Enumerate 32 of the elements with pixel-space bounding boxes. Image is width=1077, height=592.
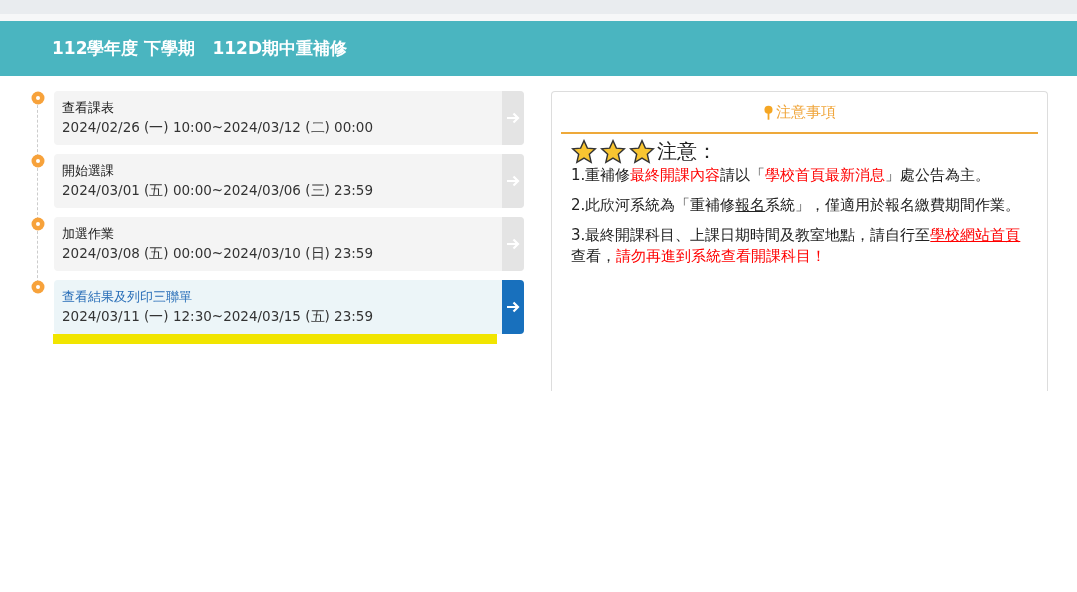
arrow-right-icon — [506, 111, 520, 125]
star-icon — [629, 138, 655, 165]
step-card[interactable]: 查看課表 2024/02/26 (一) 10:00~2024/03/12 (二) 00:00 — [54, 91, 524, 145]
step-card[interactable]: 查看結果及列印三聯單 2024/03/11 (一) 12:30~2024/03/15 (五) 23:59 — [54, 280, 524, 334]
arrow-right-icon — [506, 174, 520, 188]
timeline-dot-icon — [31, 91, 45, 105]
step-title: 查看課表 — [62, 99, 114, 117]
page-title: 112學年度 下學期 112D期中重補修 — [52, 37, 347, 60]
step-period: 2024/03/08 (五) 00:00~2024/03/10 (日) 23:59 — [62, 245, 373, 263]
notice-paragraph: 2.此欣河系統為「重補修報名系統」，僅適用於報名繳費期間作業。 — [571, 195, 1022, 216]
step-title: 查看結果及列印三聯單 — [62, 288, 192, 306]
timeline-dot-icon — [31, 154, 45, 168]
step-card[interactable]: 加選作業 2024/03/08 (五) 00:00~2024/03/10 (日) 23:59 — [54, 217, 524, 271]
star-icon — [600, 138, 626, 165]
step-period: 2024/03/11 (一) 12:30~2024/03/15 (五) 23:59 — [62, 308, 373, 326]
pin-icon — [763, 104, 773, 120]
step-period: 2024/03/01 (五) 00:00~2024/03/06 (三) 23:59 — [62, 182, 373, 200]
arrow-right-icon — [506, 237, 520, 251]
step-period: 2024/02/26 (一) 10:00~2024/03/12 (二) 00:00 — [62, 119, 373, 137]
go-button[interactable] — [502, 280, 524, 334]
step-card[interactable]: 開始選課 2024/03/01 (五) 00:00~2024/03/06 (三) 23:59 — [54, 154, 524, 208]
step-title: 加選作業 — [62, 225, 114, 243]
notice-title: 注意事項 — [775, 102, 836, 122]
notice-paragraph: 1.重補修最終開課內容請以「學校首頁最新消息」處公告為主。 — [571, 165, 992, 186]
timeline-dot-icon — [31, 280, 45, 294]
step-title: 開始選課 — [62, 162, 114, 180]
notice-heading: 注意： — [657, 138, 717, 165]
star-icon — [571, 138, 597, 165]
school-site-link[interactable]: 學校網站首頁 — [930, 226, 1021, 244]
notice-paragraph: 3.最終開課科目、上課日期時間及教室地點，請自行至學校網站首頁 查看，請勿再進到系統查看開課科目！ — [571, 225, 1022, 267]
timeline-dot-icon — [31, 217, 45, 231]
arrow-right-icon — [506, 300, 520, 314]
